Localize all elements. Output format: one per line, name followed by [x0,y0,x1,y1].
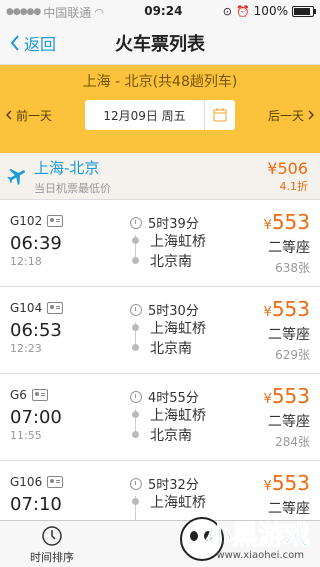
train-number: G104 [10,301,43,315]
nav-bar: 返回 火车票列表 [0,22,320,65]
airplane-icon [0,165,34,187]
id-card-icon [47,215,64,227]
clock-icon [130,477,142,490]
duration: 4时55分 [148,391,199,406]
departure-time: 07:10 [10,494,62,515]
origin-dot [132,237,139,244]
ticket-price: ¥553 [263,384,310,408]
origin-station: 上海虹桥 [150,321,206,337]
departure-time: 06:39 [10,233,62,254]
prev-day-button[interactable]: 前一天 [6,107,52,124]
duration: 5时32分 [148,478,199,493]
origin-dot [132,324,139,331]
clock-icon [130,216,142,229]
orientation-lock-icon: ⊙ [222,4,232,18]
train-number: G6 [10,388,27,402]
calendar-icon[interactable] [204,100,235,130]
duration: 5时39分 [148,217,199,232]
destination-station: 北京南 [150,428,192,444]
ticket-price: ¥553 [263,471,310,495]
back-label: 返回 [24,35,57,54]
id-card-icon [47,302,64,314]
tickets-left: 284张 [275,435,310,449]
chevron-left-icon [10,35,19,51]
signal-icon: ●●●●● [6,7,41,17]
prev-day-label: 前一天 [16,108,53,123]
destination-dot [132,344,139,351]
watermark-url: www.xiaohei.com [216,550,304,561]
origin-dot [132,411,139,418]
train-number: G102 [10,214,43,228]
flight-promo[interactable]: 上海-北京 当日机票最低价 ¥506 4.1折 [0,153,320,200]
back-button[interactable]: 返回 [10,22,56,64]
seat-class: 二等座 [268,414,310,430]
train-row[interactable]: G6 07:00 11:55 4时55分 上海虹桥 北京南 ¥553 二等座 2… [0,374,320,461]
ticket-price: ¥553 [263,297,310,321]
bottom-bar: 时间排序 小黑游戏 www.xiaohei.com [0,517,320,567]
page-title: 火车票列表 [115,34,205,55]
wifi-icon: ◠ [94,5,104,19]
train-row[interactable]: G102 06:39 12:18 5时39分 上海虹桥 北京南 ¥553 二等座… [0,200,320,287]
chevron-left-icon [6,110,12,120]
battery-icon [291,5,316,17]
origin-station: 上海虹桥 [150,495,206,511]
origin-station: 上海虹桥 [150,234,206,250]
destination-dot [132,431,139,438]
date-bar: 前一天 12月09日 周五 后一天 [0,99,320,131]
arrival-time: 11:55 [10,429,42,442]
departure-time: 07:00 [10,407,62,428]
flight-price: ¥506 [267,158,308,178]
carrier-name: 中国联通 [43,5,92,20]
clock-icon [130,303,142,316]
tickets-left: 629张 [275,348,310,362]
seat-class: 二等座 [268,240,310,256]
flight-subtitle: 当日机票最低价 [34,181,111,195]
route-summary: 上海 - 北京(共48趟列车) [82,74,238,90]
arrival-time: 12:23 [10,342,42,355]
selected-date: 12月09日 周五 [103,108,186,123]
date-picker[interactable]: 12月09日 周五 [85,100,235,130]
train-row[interactable]: G104 06:53 12:23 5时30分 上海虹桥 北京南 ¥553 二等座… [0,287,320,374]
next-day-button[interactable]: 后一天 [268,107,314,124]
status-time: 09:24 [144,4,183,18]
tickets-left: 638张 [275,261,310,275]
duration: 5时30分 [148,304,199,319]
route-banner: 上海 - 北京(共48趟列车) 前一天 12月09日 周五 后一天 [0,65,320,153]
origin-dot [132,498,139,505]
status-bar: ●●●●● 中国联通 ◠ 09:24 ⊙ ⏰ 100% [0,0,320,22]
battery-percent: 100% [253,4,288,18]
flight-route: 上海-北京 [34,158,100,177]
train-list: G102 06:39 12:18 5时39分 上海虹桥 北京南 ¥553 二等座… [0,200,320,548]
flight-discount: 4.1折 [279,179,309,193]
time-sort-button[interactable]: 时间排序 [30,525,74,565]
destination-station: 北京南 [150,341,192,357]
clock-icon [42,526,62,546]
id-card-icon [47,476,64,488]
sort-label: 时间排序 [30,551,74,564]
arrival-time: 12:18 [10,255,42,268]
watermark-brand: 小黑游戏 [205,521,310,552]
origin-station: 上海虹桥 [150,408,206,424]
next-day-label: 后一天 [267,108,304,123]
id-card-icon [31,389,48,401]
chevron-right-icon [308,110,314,120]
seat-class: 二等座 [268,327,310,343]
alarm-icon: ⏰ [235,4,250,18]
destination-station: 北京南 [150,254,192,270]
clock-icon [130,390,142,403]
departure-time: 06:53 [10,320,62,341]
ticket-price: ¥553 [263,210,310,234]
watermark-logo: 小黑游戏 www.xiaohei.com [180,517,311,561]
destination-dot [132,257,139,264]
train-number: G106 [10,475,43,489]
